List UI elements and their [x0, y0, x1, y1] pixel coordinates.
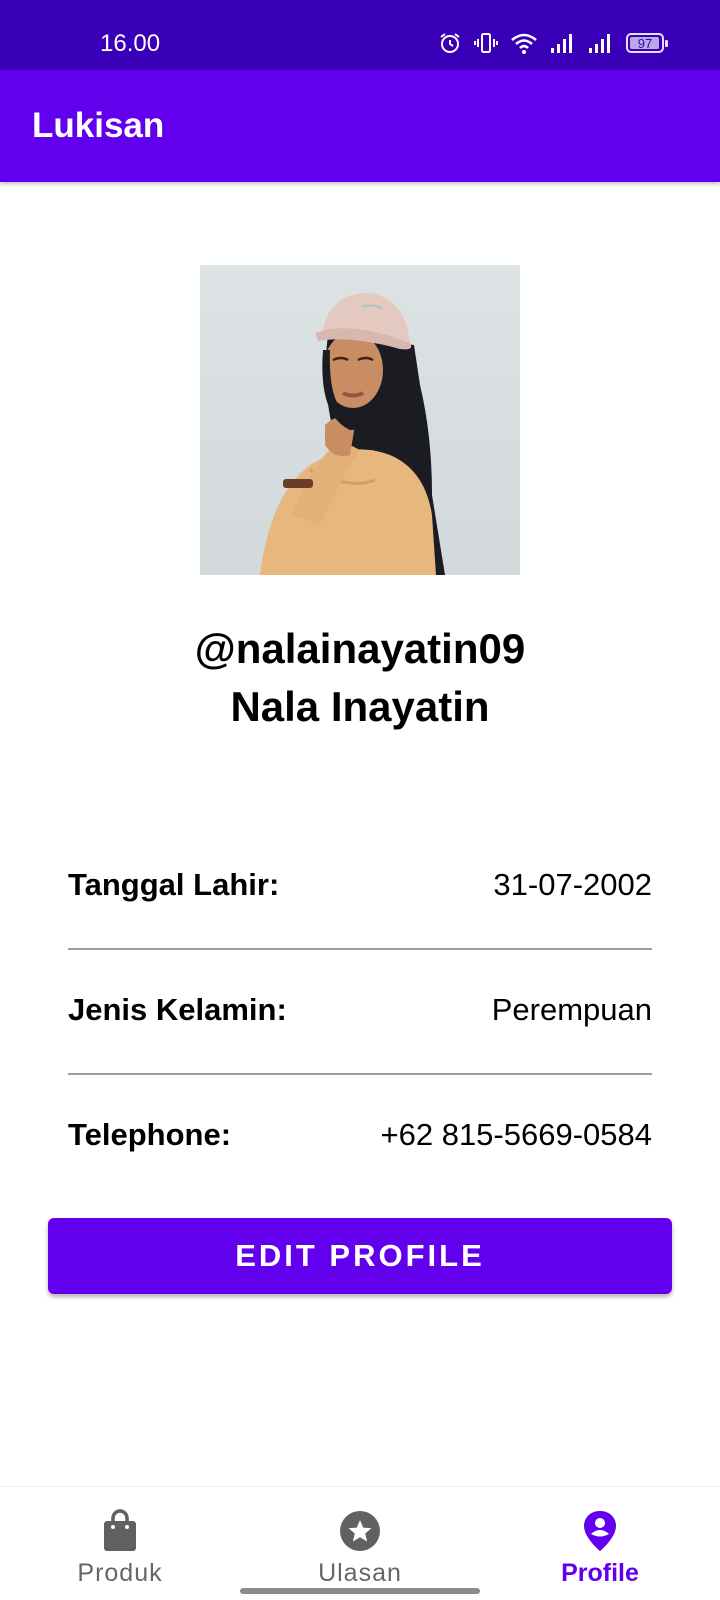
profile-photo	[200, 265, 520, 575]
info-row-gender: Jenis Kelamin: Perempuan	[68, 982, 652, 1032]
location-pin-icon	[584, 1511, 616, 1551]
wifi-icon	[511, 33, 537, 54]
profile-handle: @nalainayatin09	[194, 625, 526, 672]
status-bar: 16.00 97	[0, 0, 720, 70]
nav-label: Profile	[561, 1559, 639, 1587]
info-label: Jenis Kelamin:	[68, 992, 287, 1027]
info-label: Tanggal Lahir:	[68, 867, 280, 902]
battery-level: 97	[637, 35, 653, 51]
nav-label: Produk	[77, 1559, 163, 1587]
divider	[68, 948, 652, 950]
info-value: Perempuan	[491, 992, 652, 1027]
nav-item-produk[interactable]: Produk	[0, 1487, 240, 1597]
nav-label: Ulasan	[318, 1559, 402, 1587]
signal-icon	[551, 34, 572, 53]
app-title: Lukisan	[32, 106, 165, 145]
info-value: 31-07-2002	[493, 867, 652, 902]
app-bar: Lukisan	[0, 70, 720, 182]
edit-profile-button[interactable]: EDIT PROFILE	[48, 1218, 672, 1294]
vibrate-icon	[474, 33, 498, 53]
battery-icon: 97	[626, 33, 668, 53]
alarm-icon	[440, 33, 460, 53]
nav-item-ulasan[interactable]: Ulasan	[240, 1487, 480, 1597]
star-icon	[340, 1511, 380, 1551]
signal-icon	[589, 34, 610, 53]
divider	[68, 1073, 652, 1075]
info-row-birthdate: Tanggal Lahir: 31-07-2002	[68, 857, 652, 907]
profile-name: Nala Inayatin	[230, 683, 490, 730]
info-label: Telephone:	[68, 1117, 232, 1152]
status-icons: 97	[438, 30, 668, 56]
home-indicator[interactable]	[240, 1588, 480, 1594]
nav-item-profile[interactable]: Profile	[480, 1487, 720, 1597]
profile-photo-illustration	[260, 293, 445, 575]
info-row-telephone: Telephone: +62 815-5669-0584	[68, 1107, 652, 1157]
shopping-bag-icon	[104, 1509, 136, 1551]
bottom-navigation: Produk Ulasan Profile	[0, 1486, 720, 1600]
info-value: +62 815-5669-0584	[380, 1117, 653, 1152]
status-time: 16.00	[100, 30, 161, 57]
